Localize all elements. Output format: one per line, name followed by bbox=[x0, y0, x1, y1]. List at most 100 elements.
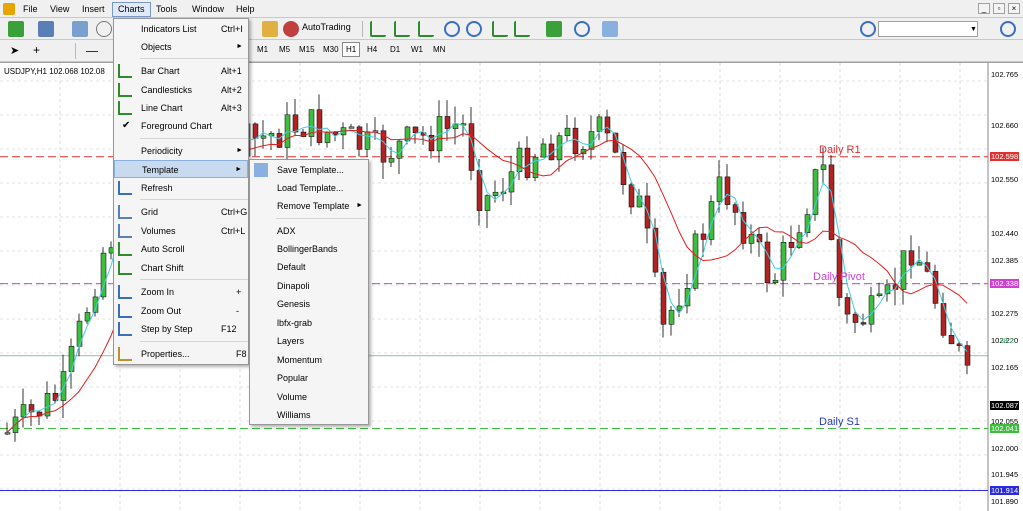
submenu-arrow-icon: ► bbox=[236, 147, 243, 154]
candle-body bbox=[964, 345, 971, 366]
refresh-icon bbox=[118, 181, 132, 195]
tile-windows-icon[interactable] bbox=[492, 21, 508, 37]
candle-body bbox=[908, 250, 915, 266]
timeframe-m1[interactable]: M1 bbox=[254, 42, 271, 57]
charts-menu-zoom-in[interactable]: Zoom In + bbox=[114, 283, 248, 301]
candlesticks-icon[interactable] bbox=[394, 21, 410, 37]
settings-gear-icon[interactable] bbox=[860, 21, 876, 37]
charts-menu-step-by-step[interactable]: Step by Step F12 bbox=[114, 320, 248, 338]
menu-separator bbox=[140, 279, 248, 280]
candle-body bbox=[4, 432, 11, 435]
template-item-lbfx-grab[interactable]: lbfx-grab bbox=[250, 314, 368, 332]
cursor-icon[interactable]: ➤ bbox=[10, 44, 19, 57]
template-item-save-template[interactable]: Save Template... bbox=[250, 161, 368, 179]
candle-body bbox=[284, 114, 291, 148]
timeframe-m5[interactable]: M5 bbox=[276, 42, 293, 57]
timeframe-h1[interactable]: H1 bbox=[342, 42, 361, 57]
new-chart-icon[interactable] bbox=[8, 21, 24, 37]
charts-menu-properties[interactable]: Properties... F8 bbox=[114, 345, 248, 363]
menu-separator bbox=[140, 341, 248, 342]
templates-icon[interactable] bbox=[602, 21, 618, 37]
menu-separator bbox=[140, 199, 248, 200]
autotrading-icon[interactable] bbox=[283, 21, 299, 37]
template-item-williams[interactable]: Williams bbox=[250, 406, 368, 424]
charts-menu-chart-shift[interactable]: Chart Shift bbox=[114, 259, 248, 277]
template-item-volume[interactable]: Volume bbox=[250, 388, 368, 406]
chart-shift-icon[interactable] bbox=[514, 21, 530, 37]
charts-menu-bar-chart[interactable]: Bar Chart Alt+1 bbox=[114, 62, 248, 80]
charts-menu-periodicity[interactable]: Periodicity ► bbox=[114, 142, 248, 160]
candle-body bbox=[948, 335, 955, 345]
menu-tools[interactable]: Tools bbox=[151, 2, 182, 17]
timeframe-mn[interactable]: MN bbox=[430, 42, 448, 57]
menu-window[interactable]: Window bbox=[187, 2, 229, 17]
menu-help[interactable]: Help bbox=[231, 2, 260, 17]
charts-menu-zoom-out[interactable]: Zoom Out - bbox=[114, 302, 248, 320]
crosshair-tool-icon[interactable]: + bbox=[33, 43, 40, 57]
chevron-down-icon[interactable]: ▼ bbox=[970, 26, 977, 33]
template-item-adx[interactable]: ADX bbox=[250, 222, 368, 240]
candle-body bbox=[764, 241, 771, 283]
autotrading-button[interactable]: AutoTrading bbox=[302, 22, 351, 32]
template-item-popular[interactable]: Popular bbox=[250, 369, 368, 387]
template-item-remove-template[interactable]: Remove Template ► bbox=[250, 197, 368, 215]
indicators-icon[interactable] bbox=[546, 21, 562, 37]
timeframe-d1[interactable]: D1 bbox=[387, 42, 403, 57]
charts-menu-foreground-chart[interactable]: ✔ Foreground Chart bbox=[114, 117, 248, 135]
candle-body bbox=[716, 176, 723, 202]
zoom-out-icon[interactable] bbox=[466, 21, 482, 37]
checkmark-icon: ✔ bbox=[122, 120, 131, 131]
minimize-button[interactable]: _ bbox=[978, 3, 990, 14]
candle-body bbox=[524, 147, 531, 178]
crosshair-icon[interactable] bbox=[96, 21, 112, 37]
candle-body bbox=[540, 143, 547, 158]
menu-file[interactable]: File bbox=[18, 2, 43, 17]
search-input[interactable] bbox=[878, 21, 978, 37]
search-icon[interactable] bbox=[1000, 21, 1016, 37]
charts-menu-template[interactable]: Template ► bbox=[114, 160, 248, 178]
template-item-layers[interactable]: Layers bbox=[250, 332, 368, 350]
timeframe-m15[interactable]: M15 bbox=[296, 42, 318, 57]
menu-item-label: Grid bbox=[141, 207, 159, 217]
bar-chart-icon[interactable] bbox=[370, 21, 386, 37]
menu-insert[interactable]: Insert bbox=[77, 2, 110, 17]
charts-menu-refresh[interactable]: Refresh bbox=[114, 179, 248, 197]
market-watch-icon[interactable] bbox=[72, 21, 88, 37]
horizontal-line-icon[interactable] bbox=[86, 51, 98, 52]
template-item-genesis[interactable]: Genesis bbox=[250, 295, 368, 313]
close-button[interactable]: × bbox=[1008, 3, 1020, 14]
line-chart-icon[interactable] bbox=[418, 21, 434, 37]
charts-menu-objects[interactable]: Objects ► bbox=[114, 38, 248, 56]
charts-menu-line-chart[interactable]: Line Chart Alt+3 bbox=[114, 99, 248, 117]
template-item-default[interactable]: Default bbox=[250, 258, 368, 276]
menu-item-label: Zoom Out bbox=[141, 306, 182, 316]
expert-icon[interactable] bbox=[262, 21, 278, 37]
candle-body bbox=[668, 309, 675, 325]
charts-menu-indicators-list[interactable]: Indicators List Ctrl+I bbox=[114, 20, 248, 38]
timeframe-h4[interactable]: H4 bbox=[364, 42, 380, 57]
menu-bar: File View Insert Charts Tools Window Hel… bbox=[0, 0, 1023, 18]
template-item-momentum[interactable]: Momentum bbox=[250, 351, 368, 369]
charts-menu-candlesticks[interactable]: Candlesticks Alt+2 bbox=[114, 81, 248, 99]
menu-charts[interactable]: Charts bbox=[112, 2, 151, 17]
charts-menu-volumes[interactable]: Volumes Ctrl+L bbox=[114, 222, 248, 240]
template-submenu: Save Template... Load Template... Remove T… bbox=[249, 159, 369, 425]
properties-icon bbox=[118, 347, 132, 361]
charts-menu-auto-scroll[interactable]: Auto Scroll bbox=[114, 240, 248, 258]
template-item-load-template[interactable]: Load Template... bbox=[250, 179, 368, 197]
template-item-dinapoli[interactable]: Dinapoli bbox=[250, 277, 368, 295]
zoom-out-icon bbox=[118, 304, 132, 318]
timeframe-w1[interactable]: W1 bbox=[408, 42, 426, 57]
candle-body bbox=[388, 158, 395, 163]
menu-view[interactable]: View bbox=[45, 2, 74, 17]
bar-chart-icon bbox=[118, 64, 132, 78]
template-item-bollingerbands[interactable]: BollingerBands bbox=[250, 240, 368, 258]
profiles-icon[interactable] bbox=[38, 21, 54, 37]
timeframe-m30[interactable]: M30 bbox=[320, 42, 342, 57]
periods-icon[interactable] bbox=[574, 21, 590, 37]
charts-menu-grid[interactable]: Grid Ctrl+G bbox=[114, 203, 248, 221]
zoom-in-icon bbox=[118, 285, 132, 299]
zoom-in-icon[interactable] bbox=[444, 21, 460, 37]
menu-item-label: Line Chart bbox=[141, 103, 183, 113]
restore-button[interactable]: ▫ bbox=[993, 3, 1005, 14]
